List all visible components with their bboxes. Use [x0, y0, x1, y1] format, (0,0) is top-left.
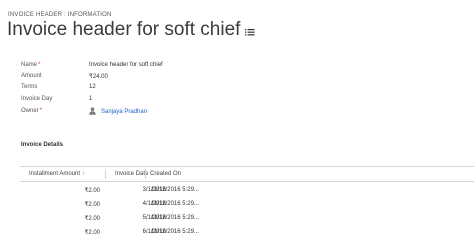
user-icon: [89, 107, 96, 117]
field-terms-label: Terms: [21, 84, 38, 90]
required-marker: *: [39, 108, 43, 114]
cell-invoice-date: 3/1/2016: [142, 187, 166, 193]
owner-link[interactable]: Sanjaya Pradhan: [101, 109, 147, 115]
sort-ascending-icon[interactable]: ↑: [82, 171, 85, 177]
cell-created-on: 11/12/2016 5:29...: [151, 229, 199, 235]
column-header-installment-amount[interactable]: Installment Amount ↑: [29, 171, 85, 177]
field-amount-value[interactable]: ₹24.00: [89, 73, 108, 80]
column-divider[interactable]: [105, 169, 106, 179]
cell-created-on: 11/12/2016 5:29...: [151, 201, 199, 207]
field-name-value[interactable]: Invoice header for soft chief: [89, 62, 163, 68]
owner-value[interactable]: Sanjaya Pradhan: [89, 107, 147, 117]
cell-invoice-date: 4/1/2016: [142, 201, 166, 207]
page-title: Invoice header for soft chief: [7, 19, 241, 40]
section-title-invoice-details: Invoice Details: [21, 142, 64, 148]
column-header-created-on[interactable]: Created On: [150, 171, 181, 177]
field-terms-value[interactable]: 12: [89, 84, 96, 90]
entity-label: INVOICE HEADER : INFORMATION: [8, 12, 112, 18]
list-menu-icon[interactable]: [245, 23, 256, 41]
cell-created-on: 11/12/2016 5:29...: [151, 187, 199, 193]
table-row[interactable]: ₹2.00 5/1/2016 11/12/2016 5:29...: [20, 212, 474, 226]
field-name-label: Name*: [21, 62, 41, 68]
field-invoice-day-value[interactable]: 1: [89, 96, 92, 102]
field-owner-label: Owner*: [21, 108, 43, 114]
table-row[interactable]: ₹2.00 4/1/2016 11/12/2016 5:29...: [20, 198, 474, 212]
field-invoice-day-label: Invoice Day: [21, 96, 53, 102]
required-marker: *: [38, 62, 41, 68]
column-divider[interactable]: [145, 169, 146, 179]
field-amount-label: Amount: [21, 73, 42, 79]
title-row: Invoice header for soft chief: [7, 19, 256, 41]
table-row[interactable]: ₹2.00 6/1/2016 11/12/2016 5:29...: [20, 226, 474, 240]
cell-created-on: 11/12/2016 5:29...: [151, 215, 199, 221]
grid-header: Installment Amount ↑ Invoice Date Created…: [20, 166, 474, 182]
table-row[interactable]: ₹2.00 3/1/2016 11/12/2016 5:29...: [20, 184, 474, 198]
cell-invoice-date: 5/1/2016: [142, 215, 166, 221]
column-header-invoice-date[interactable]: Invoice Date: [115, 171, 148, 177]
cell-invoice-date: 6/1/2016: [142, 229, 166, 235]
